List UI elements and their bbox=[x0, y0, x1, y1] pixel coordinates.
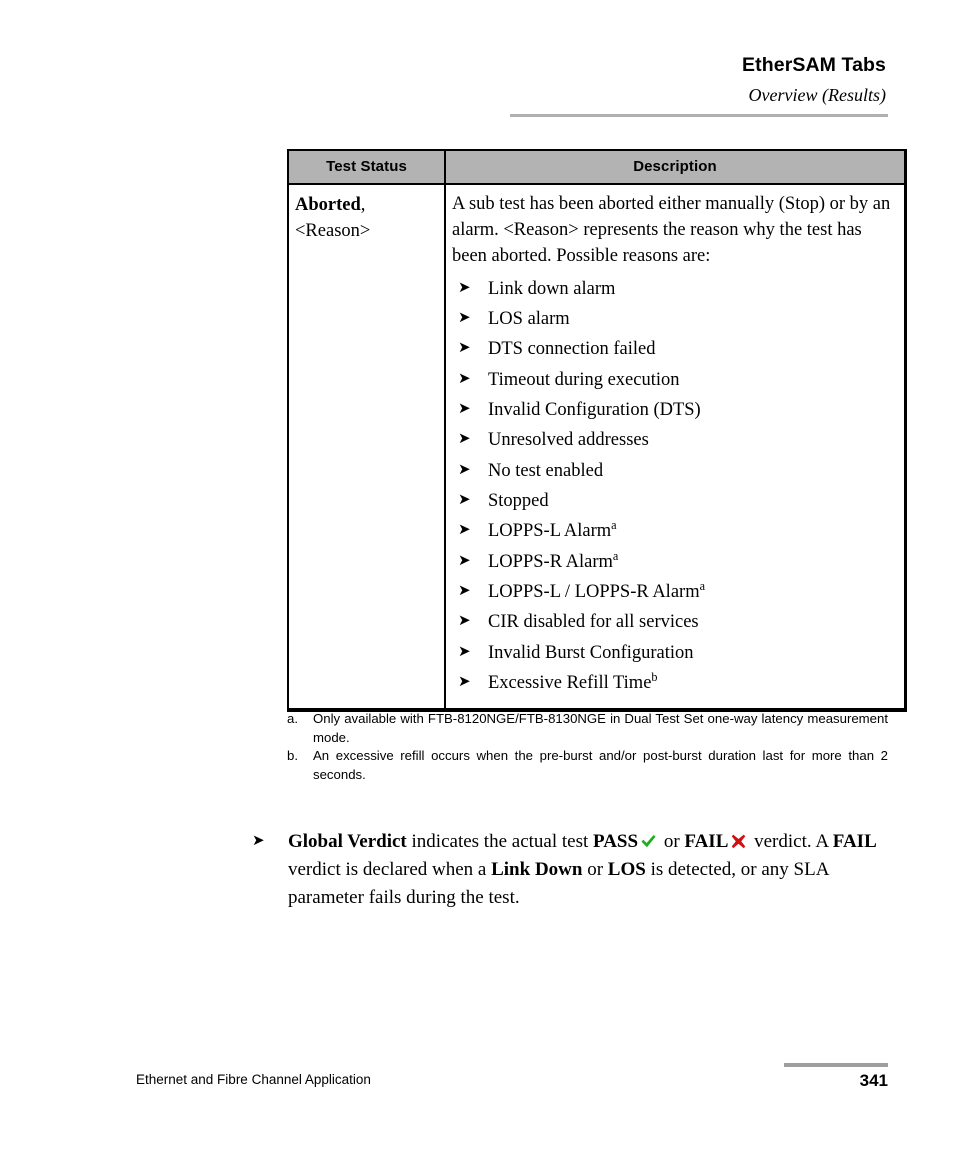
footnote-ref: a bbox=[699, 578, 706, 593]
table-body: Aborted, <Reason> A sub test has been ab… bbox=[288, 184, 906, 711]
status-name: Aborted bbox=[295, 195, 361, 215]
list-item: ➤ LOPPS-L / LOPPS-R Alarma bbox=[452, 577, 896, 607]
footnote-ref: a bbox=[611, 518, 617, 533]
list-item-label: CIR disabled for all services bbox=[488, 612, 699, 633]
verdict-part-2: verdict. A bbox=[749, 831, 833, 852]
list-item-label: Excessive Refill Time bbox=[488, 672, 652, 693]
arrow-bullet-icon: ➤ bbox=[458, 550, 471, 569]
footnote-text: Only available with FTB-8120NGE/FTB-8130… bbox=[313, 711, 888, 745]
pass-label: PASS bbox=[593, 831, 639, 852]
footnote-marker: b. bbox=[287, 748, 298, 764]
check-mark-icon bbox=[640, 831, 657, 848]
arrow-bullet-icon: ➤ bbox=[458, 671, 471, 690]
list-item: ➤ CIR disabled for all services bbox=[452, 607, 896, 637]
verdict-part-1: indicates the actual test bbox=[406, 831, 593, 852]
arrow-bullet-icon: ➤ bbox=[458, 368, 471, 387]
verdict-or-label: or bbox=[659, 831, 685, 852]
list-item: ➤ No test enabled bbox=[452, 456, 896, 486]
cell-test-status: Aborted, <Reason> bbox=[288, 184, 446, 711]
list-item-label: DTS connection failed bbox=[488, 339, 656, 360]
header-divider-rule bbox=[510, 114, 888, 117]
list-item: ➤ LOPPS-R Alarma bbox=[452, 547, 896, 577]
list-item-label: Invalid Burst Configuration bbox=[488, 642, 694, 663]
global-verdict-term: Global Verdict bbox=[288, 831, 407, 852]
test-status-table: Test Status Description Aborted, <Reason… bbox=[287, 149, 907, 713]
verdict-part-3: verdict is declared when a bbox=[288, 859, 492, 881]
los-label: LOS bbox=[607, 859, 646, 881]
footnote-item: a. Only available with FTB-8120NGE/FTB-8… bbox=[287, 710, 888, 747]
link-down-label: Link Down bbox=[491, 859, 583, 881]
arrow-bullet-icon: ➤ bbox=[458, 308, 471, 326]
cross-mark-icon bbox=[730, 831, 747, 849]
list-item: ➤ Stopped bbox=[452, 486, 896, 516]
list-item-label: LOPPS-L Alarm bbox=[488, 521, 612, 542]
page-number: 341 bbox=[859, 1071, 888, 1090]
list-item-label: LOPPS-R Alarm bbox=[488, 551, 613, 572]
column-header-description: Description bbox=[445, 150, 906, 185]
list-item-label: Invalid Configuration (DTS) bbox=[488, 399, 701, 420]
page-subtitle: Overview (Results) bbox=[748, 85, 886, 105]
arrow-bullet-icon: ➤ bbox=[458, 277, 471, 296]
global-verdict-text: Global Verdict indicates the actual test… bbox=[288, 828, 888, 912]
list-item-label: Unresolved addresses bbox=[488, 430, 649, 451]
list-item-label: LOPPS-L / LOPPS-R Alarm bbox=[488, 581, 700, 602]
arrow-bullet-icon: ➤ bbox=[458, 580, 471, 599]
list-item: ➤ LOPPS-L Alarma bbox=[452, 516, 896, 546]
table-header-row: Test Status Description bbox=[288, 150, 906, 185]
arrow-bullet-icon: ➤ bbox=[252, 831, 265, 849]
fail-label-2: FAIL bbox=[832, 831, 877, 852]
fail-label: FAIL bbox=[684, 831, 729, 852]
global-verdict-note: ➤ Global Verdict indicates the actual te… bbox=[252, 828, 888, 912]
list-item: ➤ Excessive Refill Timeb bbox=[452, 668, 896, 698]
footnote-ref: a bbox=[612, 548, 619, 563]
arrow-bullet-icon: ➤ bbox=[458, 611, 471, 630]
cell-description: A sub test has been aborted either manua… bbox=[445, 184, 906, 710]
list-item: ➤ DTS connection failed bbox=[452, 334, 896, 364]
table-head: Test Status Description bbox=[288, 150, 906, 185]
arrow-bullet-icon: ➤ bbox=[458, 429, 471, 448]
list-item: ➤ Link down alarm bbox=[452, 274, 896, 304]
list-item: ➤ Timeout during execution bbox=[452, 365, 896, 395]
verdict-part-4: or bbox=[582, 859, 608, 881]
column-header-test-status: Test Status bbox=[288, 150, 446, 185]
arrow-bullet-icon: ➤ bbox=[458, 520, 471, 539]
list-item: ➤ LOS alarm bbox=[452, 304, 896, 334]
table-row: Aborted, <Reason> A sub test has been ab… bbox=[288, 184, 906, 711]
abort-reason-list: ➤ Link down alarm ➤ LOS alarm ➤ DTS connect… bbox=[452, 274, 896, 699]
list-item-label: Stopped bbox=[488, 490, 549, 511]
arrow-bullet-icon: ➤ bbox=[458, 398, 471, 417]
footer-document-title: Ethernet and Fibre Channel Application bbox=[136, 1072, 371, 1087]
arrow-bullet-icon: ➤ bbox=[458, 459, 471, 478]
description-intro: A sub test has been aborted either manua… bbox=[452, 194, 891, 266]
list-item-label: Timeout during execution bbox=[488, 369, 680, 390]
list-item-label: LOS alarm bbox=[488, 309, 570, 329]
footnote-ref: b bbox=[651, 669, 658, 684]
table-footnotes: a. Only available with FTB-8120NGE/FTB-8… bbox=[287, 710, 888, 785]
list-item: ➤ Invalid Configuration (DTS) bbox=[452, 395, 896, 425]
list-item: ➤ Invalid Burst Configuration bbox=[452, 638, 896, 668]
footer-divider-rule bbox=[784, 1063, 888, 1067]
footnote-item: b. An excessive refill occurs when the p… bbox=[287, 747, 888, 784]
page-title: EtherSAM Tabs bbox=[742, 54, 886, 76]
list-item-label: No test enabled bbox=[488, 460, 604, 481]
arrow-bullet-icon: ➤ bbox=[458, 338, 471, 357]
footnote-marker: a. bbox=[287, 711, 298, 726]
page-footer: Ethernet and Fibre Channel Application 3… bbox=[0, 1060, 954, 1120]
arrow-bullet-icon: ➤ bbox=[458, 641, 471, 660]
arrow-bullet-icon: ➤ bbox=[458, 489, 471, 508]
list-item: ➤ Unresolved addresses bbox=[452, 425, 896, 455]
footnote-text: An excessive refill occurs when the pre-… bbox=[313, 748, 888, 783]
list-item-label: Link down alarm bbox=[488, 278, 616, 299]
